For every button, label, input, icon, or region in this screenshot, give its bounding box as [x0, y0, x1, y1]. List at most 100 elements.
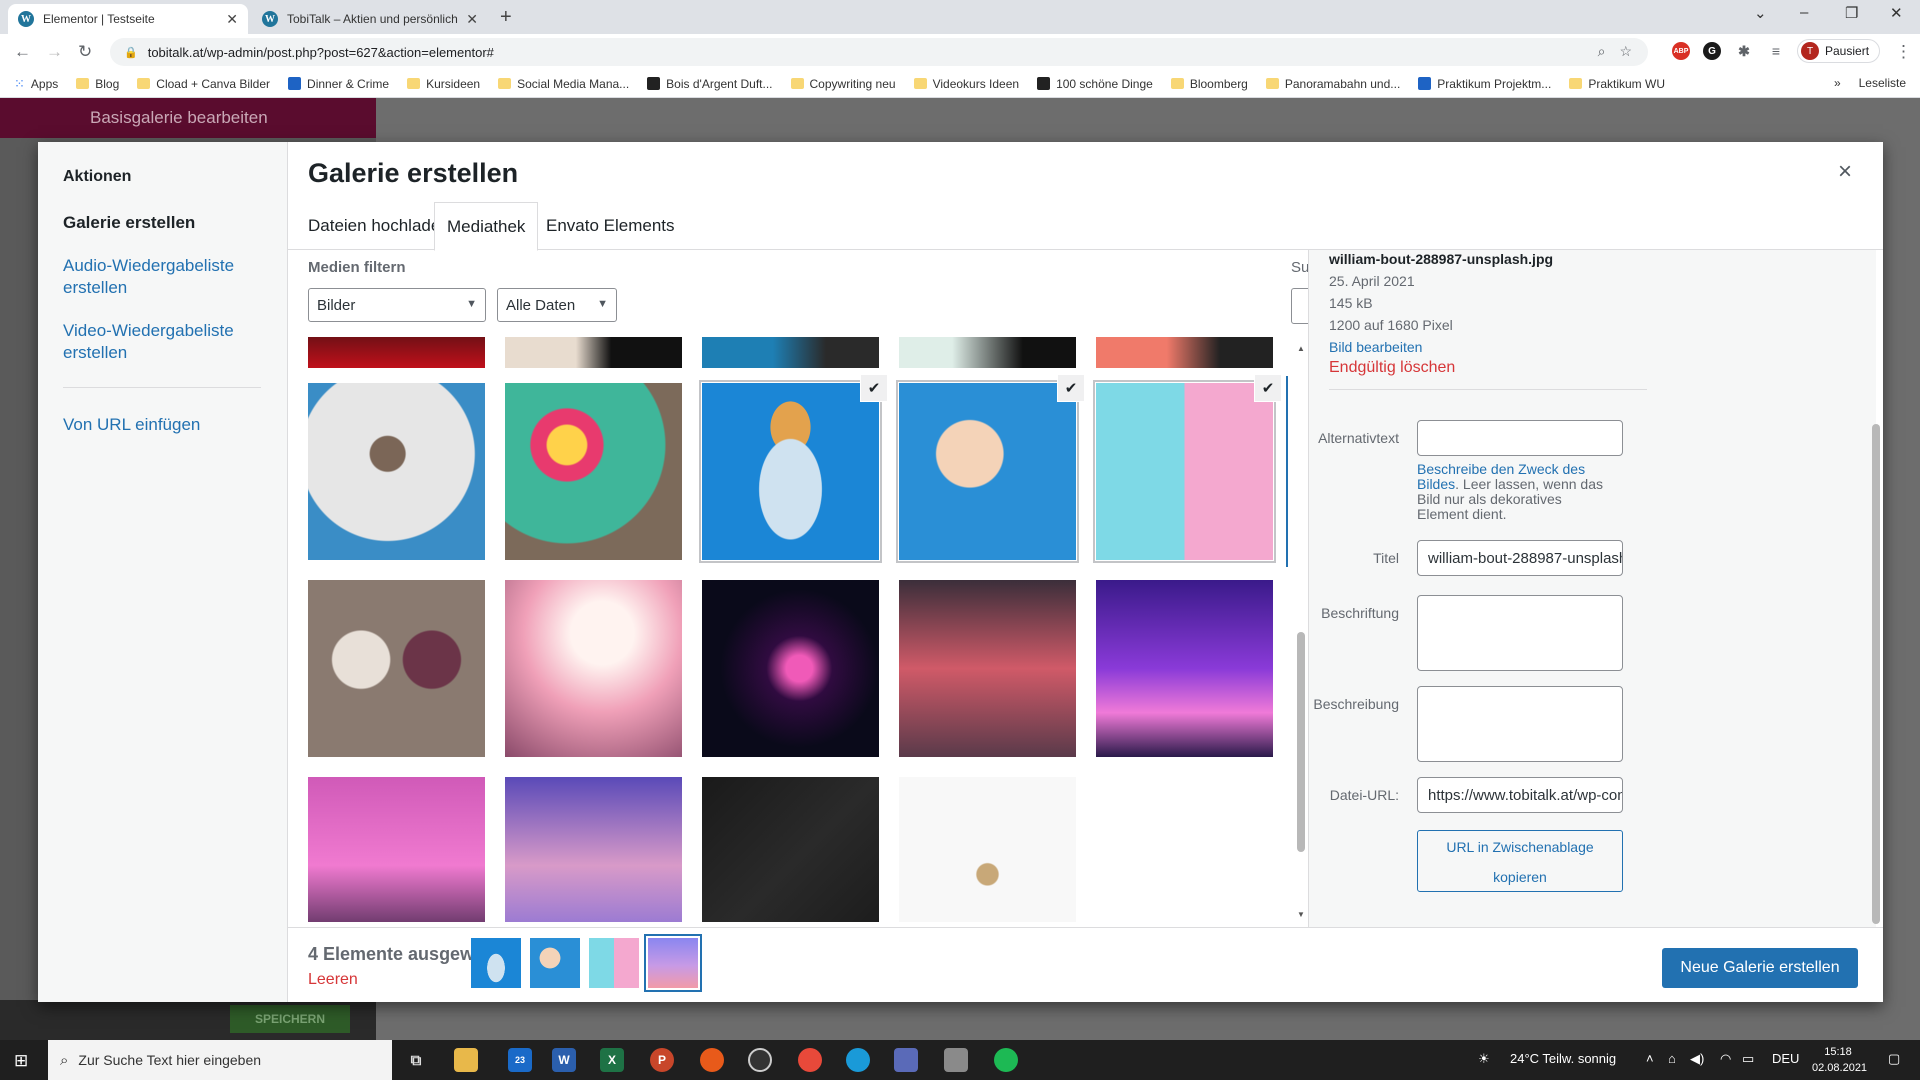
attachment-thumbnail-selected[interactable]: ✔ [702, 375, 887, 560]
caption-textarea[interactable] [1417, 595, 1623, 671]
back-icon[interactable]: ← [14, 42, 31, 62]
attachment-thumbnail[interactable] [308, 337, 485, 368]
create-gallery-button[interactable]: Neue Galerie erstellen [1662, 948, 1858, 988]
bookmark-item[interactable]: 100 schöne Dinge [1037, 77, 1153, 91]
bookmark-item[interactable]: Panoramabahn und... [1265, 77, 1400, 91]
browser-menu-icon[interactable]: ⋮ [1895, 42, 1912, 62]
taskbar-search[interactable]: ⌕ Zur Suche Text hier eingeben [48, 1040, 392, 1080]
attachment-thumbnail[interactable] [308, 580, 485, 757]
bookmark-item[interactable]: Kursideen [407, 77, 480, 91]
close-window-icon[interactable]: ✕ [1890, 4, 1903, 22]
check-icon[interactable]: ✔ [861, 375, 887, 401]
weather-text[interactable]: 24°C Teilw. sonnig [1510, 1051, 1616, 1066]
check-icon[interactable]: ✔ [1255, 375, 1281, 401]
profile-button[interactable]: T Pausiert [1797, 39, 1881, 63]
date-filter-select[interactable]: Alle Daten ▼ [497, 288, 617, 322]
selected-thumbnail[interactable] [589, 938, 639, 988]
attachment-thumbnail[interactable] [505, 383, 682, 560]
selected-thumbnail[interactable] [471, 938, 521, 988]
close-icon[interactable]: × [1838, 158, 1852, 186]
powerpoint-icon[interactable]: P [650, 1048, 674, 1072]
details-scrollbar[interactable] [1870, 254, 1882, 934]
attachment-thumbnail[interactable] [505, 337, 682, 368]
zoom-icon[interactable]: ⌕ [1598, 43, 1606, 60]
extensions-puzzle-icon[interactable]: ✱ [1735, 42, 1753, 60]
menu-item-insert-url[interactable]: Von URL einfügen [63, 414, 258, 436]
language-indicator[interactable]: DEU [1772, 1051, 1799, 1066]
bookmark-item[interactable]: Copywriting neu [790, 77, 896, 91]
bookmark-item[interactable]: Dinner & Crime [288, 77, 389, 91]
app-icon[interactable] [894, 1048, 918, 1072]
menu-item-audio-playlist[interactable]: Audio-Wiedergabeliste erstellen [63, 255, 258, 299]
attachment-thumbnail[interactable] [1096, 337, 1273, 368]
bookmark-item[interactable]: Praktikum Projektm... [1418, 77, 1551, 91]
bookmark-apps[interactable]: ⁙ Apps [14, 76, 58, 92]
bookmark-item[interactable]: Blog [76, 77, 119, 91]
attachment-thumbnail[interactable] [899, 777, 1076, 922]
edit-image-link[interactable]: Bild bearbeiten [1329, 338, 1422, 356]
bookmark-item[interactable]: Bloomberg [1170, 77, 1248, 91]
tab-media-library[interactable]: Mediathek [434, 202, 539, 251]
copy-url-button[interactable]: URL in Zwischenablage kopieren [1417, 830, 1623, 892]
title-input[interactable]: william-bout-288987-unsplash [1417, 540, 1623, 576]
type-filter-select[interactable]: Bilder ▼ [308, 288, 486, 322]
close-tab-icon[interactable]: ✕ [466, 11, 478, 28]
file-explorer-icon[interactable] [454, 1048, 478, 1072]
reload-icon[interactable]: ↻ [78, 42, 92, 62]
minimize-icon[interactable]: – [1800, 4, 1808, 21]
reading-list[interactable]: Leseliste [1859, 76, 1906, 90]
bookmark-item[interactable]: Bois d'Argent Duft... [647, 77, 773, 91]
scroll-down-icon[interactable]: ▼ [1297, 910, 1305, 919]
maximize-icon[interactable]: ❐ [1845, 4, 1858, 22]
weather-icon[interactable]: ☀ [1478, 1051, 1490, 1067]
network-icon[interactable]: ⌂ [1668, 1051, 1676, 1066]
mail-icon[interactable]: 23 [508, 1048, 532, 1072]
bookmark-item[interactable]: Cload + Canva Bilder [137, 77, 270, 91]
browser-tab-tobitalk[interactable]: W TobiTalk – Aktien und persönliche ✕ [252, 4, 488, 34]
attachment-thumbnail-selected[interactable]: ✔ [899, 375, 1084, 560]
clock[interactable]: 15:18 02.08.2021 [1812, 1044, 1867, 1076]
grammarly-extension-icon[interactable]: G [1703, 42, 1721, 60]
bookmark-item[interactable]: Videokurs Ideen [913, 77, 1019, 91]
attachment-thumbnail[interactable] [899, 337, 1076, 368]
menu-item-gallery[interactable]: Galerie erstellen [63, 212, 258, 234]
attachment-thumbnail[interactable] [899, 580, 1076, 757]
selected-thumbnail[interactable] [648, 938, 698, 988]
attachment-thumbnail[interactable] [505, 777, 682, 922]
media-control-icon[interactable]: ≡ [1767, 42, 1785, 60]
scrollbar-thumb[interactable] [1297, 632, 1305, 852]
alt-text-input[interactable] [1417, 420, 1623, 456]
volume-icon[interactable]: ◀) [1690, 1051, 1704, 1067]
keyboard-icon[interactable]: ▭ [1742, 1051, 1754, 1067]
app-icon[interactable] [944, 1048, 968, 1072]
forward-icon[interactable]: → [46, 42, 63, 62]
task-view-icon[interactable]: ⧉ [404, 1048, 428, 1072]
file-url-input[interactable]: https://www.tobitalk.at/wp-content/uploa… [1417, 777, 1623, 813]
spotify-icon[interactable] [994, 1048, 1018, 1072]
bookmark-star-icon[interactable]: ☆ [1619, 43, 1632, 60]
menu-item-video-playlist[interactable]: Video-Wiedergabeliste erstellen [63, 320, 258, 364]
bookmark-item[interactable]: Social Media Mana... [498, 77, 629, 91]
scroll-up-icon[interactable]: ▲ [1297, 344, 1305, 353]
obs-icon[interactable] [748, 1048, 772, 1072]
attachment-thumbnail[interactable] [702, 777, 879, 922]
attachment-thumbnail-selected[interactable]: ✔ [1096, 375, 1281, 560]
attachment-thumbnail[interactable] [702, 580, 879, 757]
browser-tab-elementor[interactable]: W Elementor | Testseite ✕ [8, 4, 248, 34]
adblock-extension-icon[interactable]: ABP [1672, 42, 1690, 60]
description-textarea[interactable] [1417, 686, 1623, 762]
attachment-thumbnail[interactable] [702, 337, 879, 368]
attachment-thumbnail[interactable] [308, 383, 485, 560]
windows-start-icon[interactable]: ⊞ [14, 1051, 28, 1071]
notifications-icon[interactable]: ▢ [1888, 1051, 1900, 1067]
delete-permanently-link[interactable]: Endgültig löschen [1329, 359, 1455, 377]
attachments-scrollbar[interactable]: ▲ ▼ [1295, 342, 1307, 922]
check-icon[interactable]: ✔ [1058, 375, 1084, 401]
tray-chevron-icon[interactable]: ˄ [1646, 1051, 1654, 1066]
selected-thumbnail[interactable] [530, 938, 580, 988]
word-icon[interactable]: W [552, 1048, 576, 1072]
attachment-thumbnail[interactable] [505, 580, 682, 757]
new-tab-icon[interactable]: + [500, 6, 512, 29]
bookmark-item[interactable]: Praktikum WU [1569, 77, 1665, 91]
tab-envato[interactable]: Envato Elements [534, 202, 687, 250]
